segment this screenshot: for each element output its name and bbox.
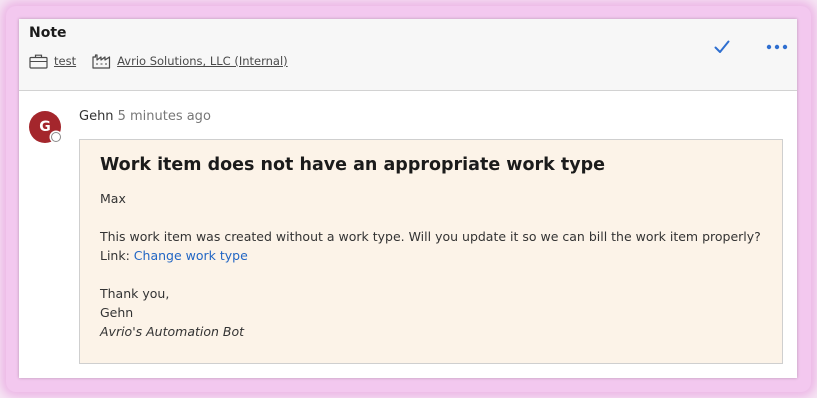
briefcase-icon — [29, 53, 48, 69]
message-closing: Thank you, — [100, 286, 170, 301]
check-button[interactable] — [711, 36, 733, 58]
message-text: This work item was created without a wor… — [100, 229, 761, 244]
comment-byline: Gehn 5 minutes ago — [79, 109, 211, 124]
presence-indicator — [51, 132, 61, 142]
more-options-button[interactable] — [764, 36, 790, 58]
message-title: Work item does not have an appropriate w… — [100, 155, 606, 175]
signature-org: Avrio's Automation Bot — [100, 324, 245, 339]
note-card: Note test Avrio Solutions, LLC (Internal… — [19, 19, 797, 378]
more-options-icon — [766, 44, 788, 50]
message-greeting: Max — [100, 191, 126, 206]
author-name: Gehn — [79, 109, 114, 124]
link-prefix: Link: — [100, 248, 134, 263]
message-link-line: Link: Change work type — [100, 248, 248, 263]
message-body: Work item does not have an appropriate w… — [79, 139, 783, 364]
change-work-type-link[interactable]: Change work type — [134, 248, 248, 263]
ticket-link[interactable]: test — [54, 54, 76, 68]
timestamp: 5 minutes ago — [117, 109, 211, 124]
note-meta: test Avrio Solutions, LLC (Internal) — [29, 53, 288, 69]
factory-icon — [92, 53, 111, 69]
note-header: Note test Avrio Solutions, LLC (Internal… — [19, 19, 797, 91]
signature-name: Gehn — [100, 305, 134, 320]
company-link[interactable]: Avrio Solutions, LLC (Internal) — [117, 54, 288, 68]
note-title: Note — [29, 25, 67, 41]
checkmark-icon — [714, 40, 730, 53]
